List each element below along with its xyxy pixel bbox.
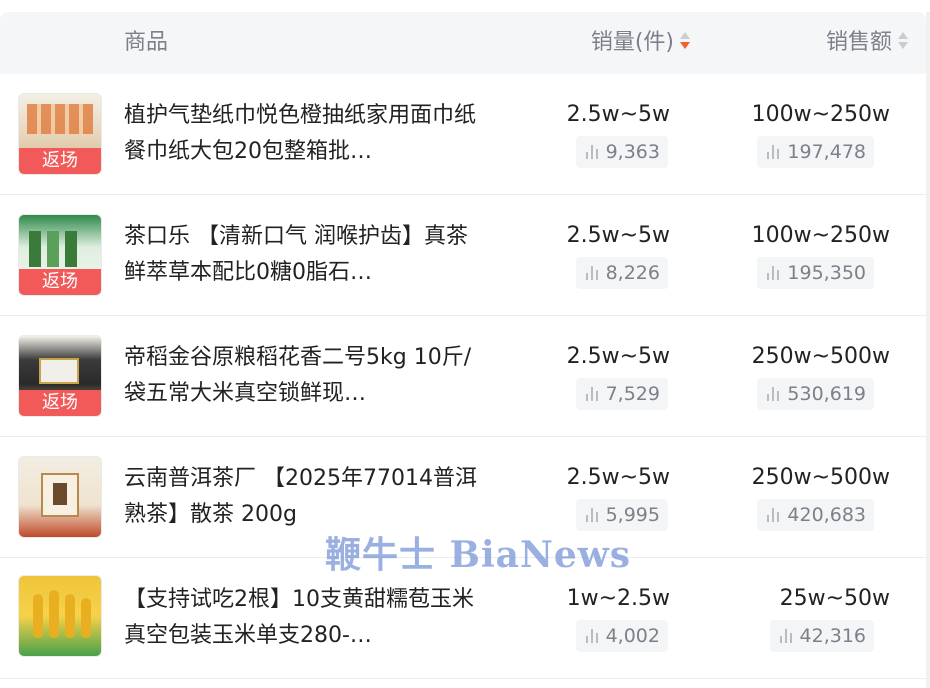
sales-count: 8,226 (605, 262, 660, 284)
revenue-count-chip: 42,316 (769, 620, 874, 652)
revenue-count: 197,478 (787, 141, 866, 163)
bar-chart-icon (585, 387, 600, 401)
revenue-count: 530,619 (787, 383, 866, 405)
table-header: 商品 销量(件) 销售额 (0, 12, 926, 74)
product-title[interactable]: 帝稻金谷原粮稻花香二号5kg 10斤/袋五常大米真空锁鲜现… (124, 340, 484, 412)
product-title[interactable]: 植护气垫纸巾悦色橙抽纸家用面巾纸餐巾纸大包20包整箱批… (124, 98, 484, 170)
revenue-range: 100w~250w (751, 223, 890, 248)
sort-arrows-icon[interactable] (680, 30, 690, 52)
revenue-column-header[interactable]: 销售额 (826, 12, 908, 74)
sales-range: 2.5w~5w (566, 344, 670, 369)
product-thumbnail[interactable]: 返场 (18, 335, 102, 417)
revenue-count-chip: 195,350 (757, 257, 874, 289)
bar-chart-icon (767, 387, 781, 401)
bar-chart-icon (767, 508, 781, 522)
revenue-count-chip: 530,619 (757, 378, 874, 410)
revenue-range: 250w~500w (751, 344, 890, 369)
bar-chart-icon (585, 145, 600, 159)
revenue-count: 42,316 (799, 625, 866, 647)
sales-range: 2.5w~5w (566, 465, 670, 490)
bar-chart-icon (585, 266, 600, 280)
sales-column-label: 销量(件) (590, 30, 674, 55)
table-row[interactable]: 返场 植护气垫纸巾悦色橙抽纸家用面巾纸餐巾纸大包20包整箱批… 2.5w~5w … (0, 74, 926, 195)
table-row[interactable]: 返场 帝稻金谷原粮稻花香二号5kg 10斤/袋五常大米真空锁鲜现… 2.5w~5… (0, 316, 926, 437)
sales-count: 7,529 (605, 383, 660, 405)
rerun-badge: 返场 (19, 148, 101, 174)
rerun-badge: 返场 (19, 269, 101, 295)
bar-chart-icon (767, 266, 781, 280)
product-title[interactable]: 茶口乐 【清新口气 润喉护齿】真茶鲜萃草本配比0糖0脂石… (124, 219, 484, 291)
scrollbar[interactable] (926, 12, 930, 688)
product-thumbnail[interactable] (18, 456, 102, 538)
sales-count: 5,995 (605, 504, 660, 526)
sales-count-chip: 7,529 (575, 378, 668, 410)
sales-count: 4,002 (605, 625, 660, 647)
bar-chart-icon (767, 145, 781, 159)
revenue-range: 100w~250w (751, 102, 890, 127)
sales-count: 9,363 (605, 141, 660, 163)
revenue-count: 420,683 (787, 504, 866, 526)
sales-column-header[interactable]: 销量(件) (591, 12, 690, 74)
bar-chart-icon (585, 629, 600, 643)
product-column-header: 商品 (124, 30, 169, 55)
product-thumbnail[interactable]: 返场 (18, 214, 102, 296)
sales-range: 2.5w~5w (566, 223, 670, 248)
revenue-count-chip: 420,683 (757, 499, 874, 531)
bar-chart-icon (585, 508, 600, 522)
product-thumbnail[interactable] (18, 575, 102, 657)
sales-range: 2.5w~5w (566, 102, 670, 127)
sales-count-chip: 9,363 (575, 136, 668, 168)
bar-chart-icon (779, 629, 794, 643)
product-title[interactable]: 【支持试吃2根】10支黄甜糯苞玉米真空包装玉米单支280-… (124, 582, 484, 654)
revenue-count-chip: 197,478 (757, 136, 874, 168)
sales-count-chip: 4,002 (575, 620, 668, 652)
revenue-range: 250w~500w (751, 465, 890, 490)
table-row[interactable]: 返场 茶口乐 【清新口气 润喉护齿】真茶鲜萃草本配比0糖0脂石… 2.5w~5w… (0, 195, 926, 316)
rerun-badge: 返场 (19, 390, 101, 416)
watermark: 鞭牛士 BiaNews (325, 534, 632, 576)
sort-arrows-icon[interactable] (898, 30, 908, 52)
revenue-column-label: 销售额 (825, 30, 892, 55)
sales-count-chip: 8,226 (575, 257, 668, 289)
sales-range: 1w~2.5w (566, 586, 670, 611)
revenue-count: 195,350 (787, 262, 866, 284)
revenue-range: 25w~50w (779, 586, 890, 611)
product-title[interactable]: 云南普洱茶厂 【2025年77014普洱熟茶】散茶 200g (124, 461, 484, 533)
product-thumbnail[interactable]: 返场 (18, 93, 102, 175)
